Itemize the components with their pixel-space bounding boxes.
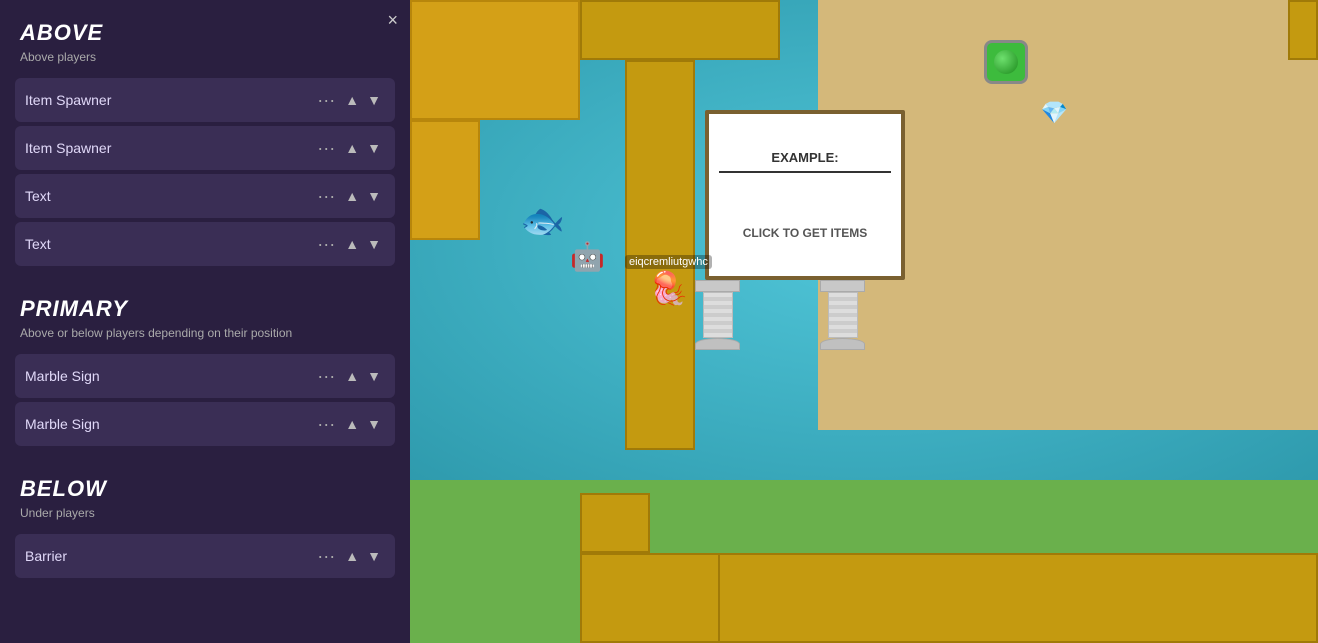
up-button-primary-1[interactable]: ▲ (341, 414, 363, 434)
layer-panel: × ABOVEAbove playersItem Spawner···▲▼Ite… (0, 0, 410, 643)
robot-sprite: 🤖 (570, 240, 605, 273)
column-right-body (828, 292, 858, 338)
up-button-below-0[interactable]: ▲ (341, 546, 363, 566)
fish-sprite: 🐟 (520, 200, 565, 242)
green-button-inner (994, 50, 1018, 74)
dots-button-above-2[interactable]: ··· (311, 187, 341, 205)
up-button-above-1[interactable]: ▲ (341, 138, 363, 158)
down-button-above-0[interactable]: ▼ (363, 90, 385, 110)
layer-label-above-1: Item Spawner (25, 140, 311, 156)
down-button-above-3[interactable]: ▼ (363, 234, 385, 254)
section-title-below: BELOW (0, 466, 410, 506)
gold-block-bottom-right (718, 553, 1318, 643)
layer-label-primary-1: Marble Sign (25, 416, 311, 432)
layer-label-above-2: Text (25, 188, 311, 204)
gold-block-top-2 (1288, 0, 1318, 60)
up-button-above-3[interactable]: ▲ (341, 234, 363, 254)
down-button-primary-1[interactable]: ▼ (363, 414, 385, 434)
up-button-above-2[interactable]: ▲ (341, 186, 363, 206)
close-button[interactable]: × (387, 10, 398, 31)
player-character: eiqcremliutgwhc 🪼 (625, 255, 712, 307)
down-button-above-1[interactable]: ▼ (363, 138, 385, 158)
up-button-above-0[interactable]: ▲ (341, 90, 363, 110)
layer-row-above-1[interactable]: Item Spawner···▲▼ (15, 126, 395, 170)
column-right-base (820, 338, 865, 350)
dots-button-above-3[interactable]: ··· (311, 235, 341, 253)
player-sprite: 🪼 (649, 269, 689, 307)
gold-block-bottom-2 (580, 493, 650, 553)
game-canvas: EXAMPLE: CLICK TO GET ITEMS 🐟 🤖 eiqcreml… (410, 0, 1318, 643)
column-right-top (820, 280, 865, 292)
section-subtitle-primary: Above or below players depending on thei… (0, 326, 410, 350)
layer-row-above-0[interactable]: Item Spawner···▲▼ (15, 78, 395, 122)
column-right (820, 280, 865, 350)
player-name-label: eiqcremliutgwhc (625, 255, 712, 269)
section-title-primary: PRIMARY (0, 286, 410, 326)
layer-row-primary-0[interactable]: Marble Sign···▲▼ (15, 354, 395, 398)
layer-row-below-0[interactable]: Barrier···▲▼ (15, 534, 395, 578)
dots-button-below-0[interactable]: ··· (311, 547, 341, 565)
dots-button-primary-1[interactable]: ··· (311, 415, 341, 433)
sign-board[interactable]: EXAMPLE: CLICK TO GET ITEMS (705, 110, 905, 280)
layer-row-above-2[interactable]: Text···▲▼ (15, 174, 395, 218)
gold-block-top-1 (580, 0, 780, 60)
dots-button-above-1[interactable]: ··· (311, 139, 341, 157)
section-subtitle-below: Under players (0, 506, 410, 530)
gold-block-1 (410, 0, 580, 120)
gold-block-2 (410, 120, 480, 240)
layer-label-above-0: Item Spawner (25, 92, 311, 108)
column-left-base (695, 338, 740, 350)
layer-row-primary-1[interactable]: Marble Sign···▲▼ (15, 402, 395, 446)
layer-label-above-3: Text (25, 236, 311, 252)
down-button-primary-0[interactable]: ▼ (363, 366, 385, 386)
crystal-shards: 💎 (1041, 100, 1068, 126)
section-title-above: ABOVE (0, 10, 410, 50)
dots-button-primary-0[interactable]: ··· (311, 367, 341, 385)
layer-label-below-0: Barrier (25, 548, 311, 564)
game-area: EXAMPLE: CLICK TO GET ITEMS 🐟 🤖 eiqcreml… (410, 0, 1318, 643)
layer-label-primary-0: Marble Sign (25, 368, 311, 384)
green-button-device[interactable] (984, 40, 1028, 84)
down-button-above-2[interactable]: ▼ (363, 186, 385, 206)
dots-button-above-0[interactable]: ··· (311, 91, 341, 109)
up-button-primary-0[interactable]: ▲ (341, 366, 363, 386)
sign-bottom-text: CLICK TO GET ITEMS (743, 226, 867, 240)
layer-row-above-3[interactable]: Text···▲▼ (15, 222, 395, 266)
down-button-below-0[interactable]: ▼ (363, 546, 385, 566)
section-subtitle-above: Above players (0, 50, 410, 74)
sign-top-text: EXAMPLE: (719, 150, 891, 173)
